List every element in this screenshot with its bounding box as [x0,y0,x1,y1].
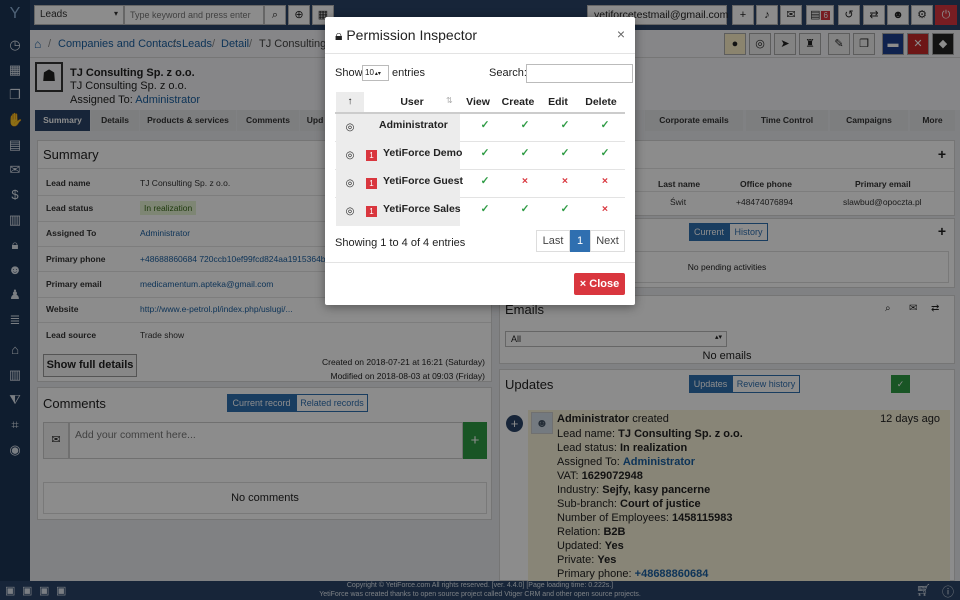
column-header-view[interactable]: View [460,96,496,108]
close-icon[interactable]: × [617,26,625,42]
sort-up-icon[interactable]: ↑ [336,92,364,112]
edit-allowed-icon: ✓ [560,147,570,159]
user-name: Administrator [379,119,448,131]
edit-allowed-icon: ✓ [560,119,570,131]
edit-allowed-icon: ✓ [560,203,570,215]
chevron-down-icon: ▴▾ [374,71,381,77]
lock-icon: 🔒︎ [335,27,343,43]
hide-icon[interactable]: ◎ [336,170,364,198]
pager-last[interactable]: Last [536,230,570,252]
delete-denied-icon: × [601,175,609,187]
modal-title: Permission Inspector [346,27,478,43]
table-search-input[interactable] [526,64,633,83]
user-name: YetiForce Sales [383,203,461,215]
hide-icon[interactable]: ◎ [336,198,364,226]
user-name: YetiForce Guest [383,175,463,187]
view-allowed-icon: ✓ [480,203,490,215]
column-header-create[interactable]: Create [498,96,538,108]
column-header-delete[interactable]: Delete [578,96,624,108]
entries-label: entries [392,67,426,79]
entries-select[interactable]: 10▴▾ [362,65,389,81]
warning-badge: 1 [366,150,377,161]
close-button[interactable]: × Close [574,273,625,295]
delete-denied-icon: × [601,203,609,215]
user-name: YetiForce Demo [383,147,463,159]
create-denied-icon: × [521,175,529,187]
modal-header: 🔒︎ Permission Inspector [335,27,477,44]
sort-icon: ⇅ [446,96,453,105]
table-row: ◎ 1 YetiForce Demo ✓ ✓ ✓ ✓ [335,142,625,170]
table-row: ◎ 1 YetiForce Sales ✓ ✓ ✓ × [335,198,625,226]
create-allowed-icon: ✓ [520,203,530,215]
pager-page-1[interactable]: 1 [570,230,590,252]
table-info: Showing 1 to 4 of 4 entries [335,237,466,249]
warning-badge: 1 [366,178,377,189]
view-allowed-icon: ✓ [480,147,490,159]
search-label: Search: [489,67,527,79]
create-allowed-icon: ✓ [520,147,530,159]
table-row: ◎ Administrator ✓ ✓ ✓ ✓ [335,114,625,142]
delete-allowed-icon: ✓ [600,147,610,159]
delete-allowed-icon: ✓ [600,119,610,131]
permission-inspector-modal: 🔒︎ Permission Inspector × Show 10▴▾ entr… [325,17,635,305]
hide-icon[interactable]: ◎ [336,142,364,170]
hide-icon[interactable]: ◎ [336,114,364,142]
table-row: ◎ 1 YetiForce Guest ✓ × × × [335,170,625,198]
view-allowed-icon: ✓ [480,119,490,131]
view-allowed-icon: ✓ [480,175,490,187]
edit-denied-icon: × [561,175,569,187]
close-icon: × [579,278,587,290]
show-label: Show [335,67,363,79]
pager-next[interactable]: Next [590,230,625,252]
column-header-edit[interactable]: Edit [541,96,575,108]
warning-badge: 1 [366,206,377,217]
create-allowed-icon: ✓ [520,119,530,131]
